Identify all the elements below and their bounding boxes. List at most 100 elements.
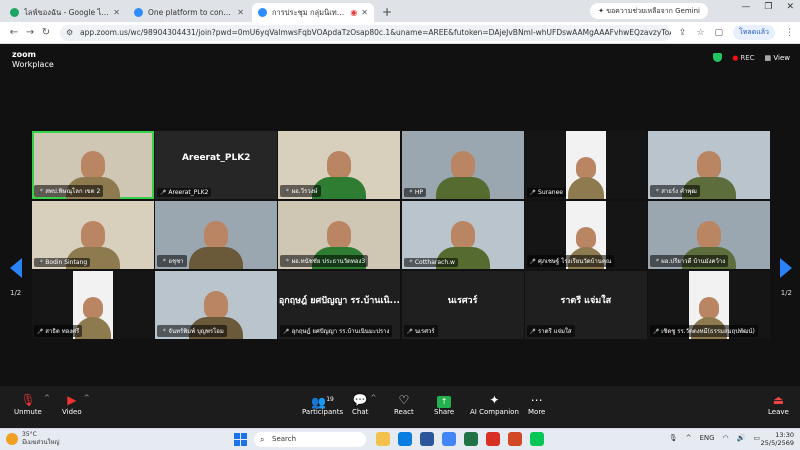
store-icon[interactable] — [398, 432, 412, 446]
participant-tile[interactable]: HP — [401, 131, 524, 199]
participant-name-label: ศุภเชษฐ์ โรงเรียนวัดบ้านคุณ — [526, 255, 615, 267]
participant-name-label: Bodin Sintang — [34, 258, 91, 267]
next-page-arrow-icon[interactable] — [780, 258, 792, 278]
chrome-icon[interactable] — [442, 432, 456, 446]
maximize-icon[interactable]: ❐ — [764, 2, 772, 12]
view-button[interactable]: ▦ View — [765, 54, 790, 62]
volume-icon[interactable]: 🔊 — [737, 434, 746, 442]
chat-label: Chat — [352, 408, 369, 416]
zoom-meeting: zoom Workplace REC ▦ View 1/2 1/2 สพป.พิ… — [0, 44, 800, 428]
participant-tile[interactable]: ราตรี แจ่มใสราตรี แจ่มใส — [524, 271, 647, 339]
participant-tile[interactable]: สาธร์ง คำพุฒ — [648, 131, 770, 199]
participant-tile[interactable]: อุกฤษฎ์ ยศปัญญา รร.บ้านเนิ... อุกฤษฎ์ ยศป… — [278, 271, 401, 339]
close-tab-icon[interactable]: ✕ — [361, 8, 368, 17]
extensions-icon[interactable]: ▢ — [715, 28, 724, 38]
minimize-icon[interactable]: — — [741, 2, 750, 12]
participant-tile[interactable]: สพป.พิษณุโลก เขต 2 — [32, 131, 154, 199]
security-shield-icon[interactable] — [713, 53, 723, 62]
participant-tile[interactable]: สาธิต ทองศรี — [32, 271, 154, 339]
file-explorer-icon[interactable] — [376, 432, 390, 446]
more-dots-icon: ⋯ — [530, 393, 543, 407]
excel-icon[interactable] — [464, 432, 478, 446]
profile-button[interactable]: โหลดแล้ว — [733, 25, 775, 40]
react-button[interactable]: ♡ React — [394, 392, 414, 416]
participant-tile[interactable]: ผอ.ปรียาวดี บ้านมังคว้าง — [648, 201, 770, 269]
back-icon[interactable]: ← — [6, 27, 22, 38]
share-page-icon[interactable]: ⇪ — [679, 28, 687, 38]
gemini-icon: ✦ — [598, 7, 604, 15]
zoom-favicon-icon — [134, 8, 143, 17]
line-icon[interactable] — [530, 432, 544, 446]
chat-button[interactable]: 💬 Chat ^ — [352, 392, 376, 416]
more-label: More — [528, 408, 546, 416]
ai-companion-button[interactable]: ✦ AI Companion — [470, 392, 519, 416]
new-tab-button[interactable]: + — [376, 3, 398, 22]
windows-start-icon[interactable] — [234, 433, 247, 446]
view-label: View — [773, 53, 790, 62]
wifi-icon[interactable]: ◠ — [723, 434, 729, 442]
mic-tray-icon[interactable]: 🎙 — [669, 434, 678, 442]
browser-tab-drive[interactable]: ไลฟ์ของฉัน - Google ไดรฟ์ ✕ — [4, 3, 126, 22]
participant-name-label: HP — [403, 188, 426, 197]
powerpoint-icon[interactable] — [508, 432, 522, 446]
close-tab-icon[interactable]: ✕ — [237, 8, 244, 17]
participant-video — [187, 215, 245, 269]
page-indicator-left: 1/2 — [10, 289, 22, 297]
bookmark-star-icon[interactable]: ☆ — [696, 28, 704, 38]
participant-tile[interactable]: นเรศวร์นเรศวร์ — [401, 271, 524, 339]
battery-icon[interactable]: ▭ — [753, 434, 760, 442]
unmute-button[interactable]: 🎙 Unmute ^ — [14, 392, 50, 416]
menu-dots-icon[interactable]: ⋮ — [785, 28, 794, 38]
more-button[interactable]: ⋯ More — [528, 392, 545, 416]
close-window-icon[interactable]: ✕ — [786, 2, 794, 12]
participants-button[interactable]: 👥19 Participants — [302, 392, 343, 416]
meeting-toolbar: 🎙 Unmute ^ ▶ Video ^ 👥19 Participants 💬 … — [0, 386, 800, 428]
participants-count: 19 — [326, 396, 334, 403]
url-field[interactable]: ⚙ app.zoom.us/wc/98904304431/join?pwd=0m… — [60, 24, 671, 41]
sparkle-icon: ✦ — [489, 393, 500, 407]
video-button[interactable]: ▶ Video ^ — [62, 392, 90, 416]
participant-tile[interactable]: Suranee — [524, 131, 647, 199]
participants-label: Participants — [302, 408, 344, 416]
participant-tile[interactable]: ผอ.ทนัชชัย ประธานวัดทอง3 — [278, 201, 401, 269]
tab-title: One platform to connect | Zoom — [148, 8, 233, 17]
chat-bubble-icon: 💬 — [352, 393, 368, 407]
participant-name-label: Suranee — [526, 188, 566, 197]
logo-workplace: Workplace — [12, 60, 54, 69]
participant-grid: สพป.พิษณุโลก เขต 2Areerat_PLK2Areerat_PL… — [32, 131, 770, 339]
browser-tab-meeting[interactable]: การประชุม กลุ่มนิเทศฯ งานสถา... ◉ ✕ — [252, 3, 374, 22]
site-info-icon[interactable]: ⚙ — [66, 25, 73, 41]
chevron-up-icon[interactable]: ^ — [84, 394, 90, 402]
browser-tab-zoom-home[interactable]: One platform to connect | Zoom ✕ — [128, 3, 250, 22]
participant-tile[interactable]: อชุชา — [155, 201, 278, 269]
leave-button[interactable]: ⏏ Leave — [768, 392, 789, 416]
participant-tile[interactable]: Cottharach.w — [401, 201, 524, 269]
taskbar-search[interactable]: ⌕ Search — [254, 432, 366, 447]
participant-tile[interactable]: ศุภเชษฐ์ โรงเรียนวัดบ้านคุณ — [524, 201, 647, 269]
participant-tile[interactable]: จันทร์พิมพ์ บุญพรโอม — [155, 271, 278, 339]
word-icon[interactable] — [420, 432, 434, 446]
input-language[interactable]: ENG — [699, 434, 714, 442]
participant-tile[interactable]: Bodin Sintang — [32, 201, 154, 269]
pinned-apps — [376, 432, 544, 446]
share-button[interactable]: ↑ Share — [434, 392, 454, 416]
close-tab-icon[interactable]: ✕ — [113, 8, 120, 17]
share-screen-icon: ↑ — [437, 396, 452, 408]
os-taskbar: 35°C มีเมฆส่วนใหญ่ ⌕ Search 🎙 ^ ENG ◠ 🔊 … — [0, 428, 800, 450]
participant-tile[interactable]: Areerat_PLK2 Areerat_PLK2 — [155, 131, 278, 199]
reload-icon[interactable]: ↻ — [38, 27, 54, 38]
chevron-up-icon[interactable]: ^ — [370, 394, 376, 402]
forward-icon[interactable]: → — [22, 27, 38, 38]
participant-tile[interactable]: ผอ.วีรวงษ์ — [278, 131, 401, 199]
prev-page-arrow-icon[interactable] — [10, 258, 22, 278]
acrobat-icon[interactable] — [486, 432, 500, 446]
weather-widget[interactable]: 35°C มีเมฆส่วนใหญ่ — [6, 431, 60, 447]
clock[interactable]: 13:30 25/5/2569 — [761, 431, 794, 447]
participant-tile[interactable]: เชิดชู รร.วัดดงหมี(ธรรมสมฤปพัฒน์) — [648, 271, 770, 339]
leave-label: Leave — [768, 408, 789, 416]
gemini-button[interactable]: ✦ ขอความช่วยเหลือจาก Gemini — [590, 3, 708, 19]
tray-chevron-icon[interactable]: ^ — [686, 434, 692, 442]
system-tray: 🎙 ^ ENG ◠ 🔊 ▭ — [669, 434, 760, 442]
gemini-label: ขอความช่วยเหลือจาก Gemini — [606, 7, 700, 15]
chevron-up-icon[interactable]: ^ — [44, 394, 50, 402]
